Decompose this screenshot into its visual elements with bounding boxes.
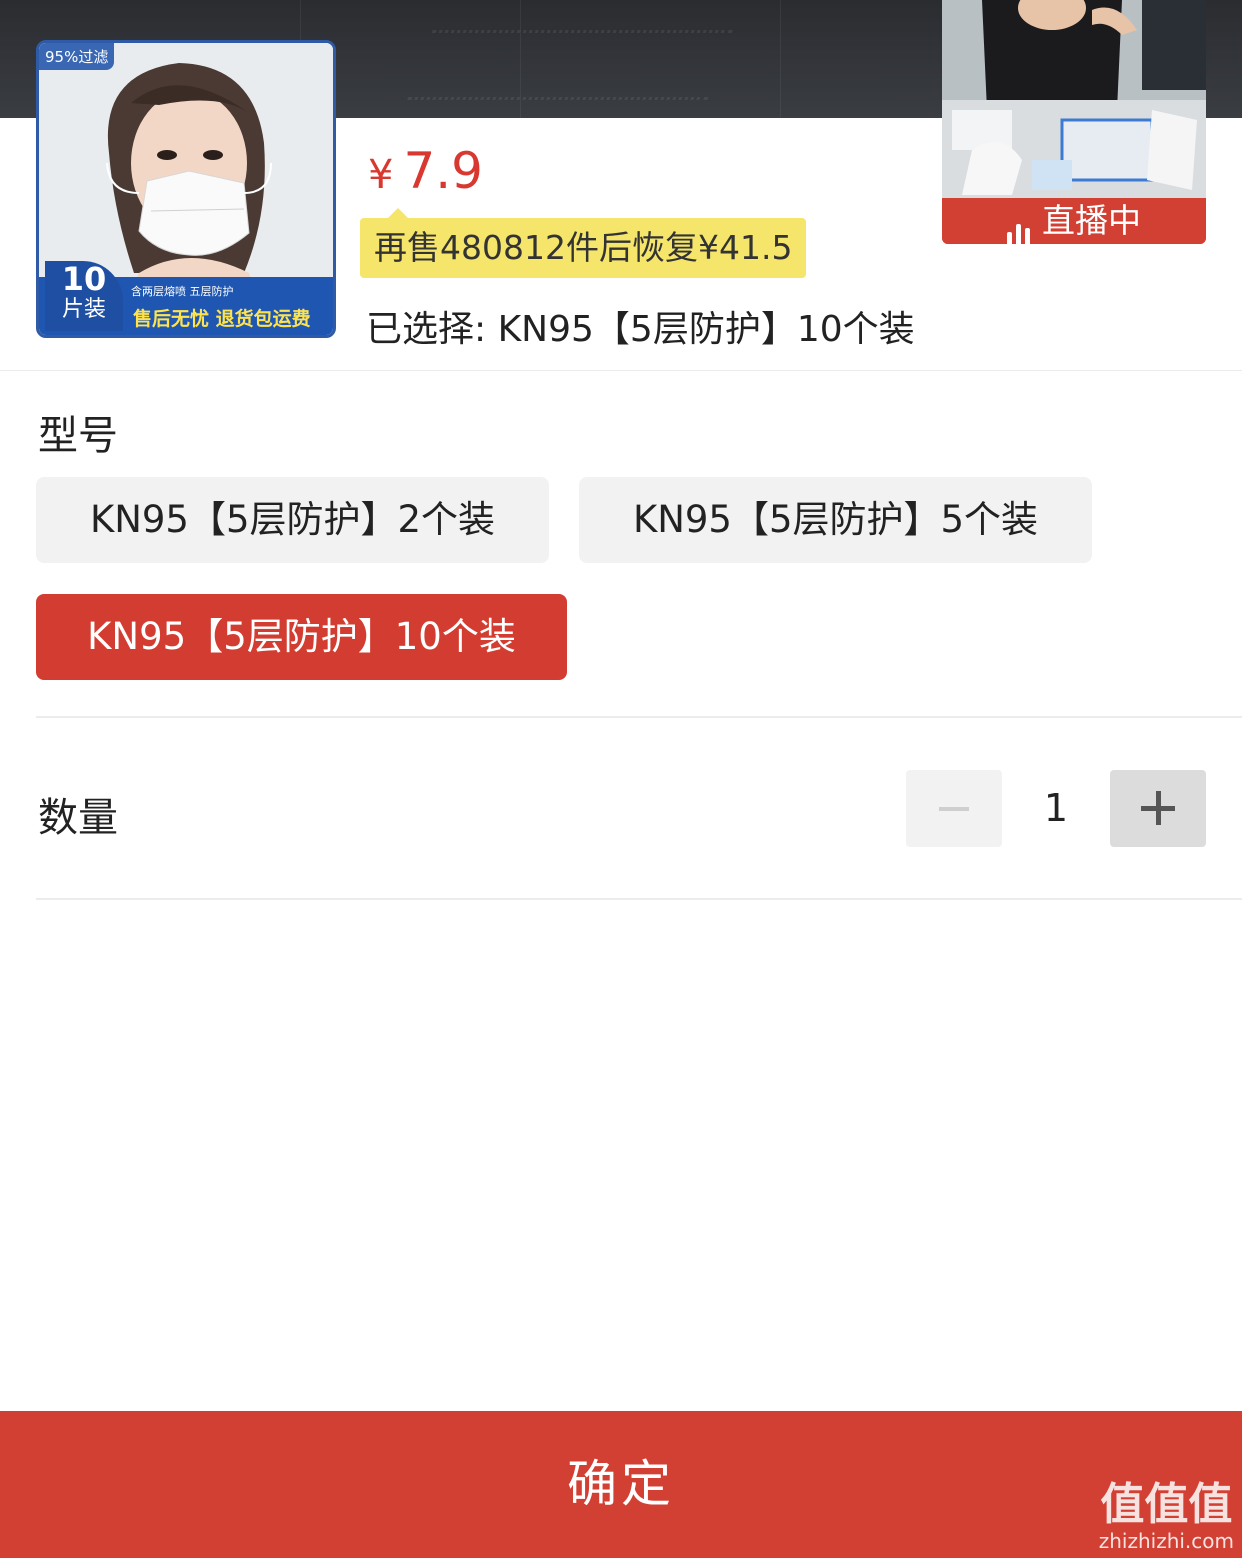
spec-option-5-pack[interactable]: KN95【5层防护】5个装 xyxy=(579,477,1092,563)
header-pattern xyxy=(407,30,733,100)
live-status-bar: 直播中 xyxy=(942,198,1206,244)
watermark-logo: 值值值 xyxy=(1100,1479,1233,1530)
spec-option-2-pack[interactable]: KN95【5层防护】2个装 xyxy=(36,477,549,563)
live-stream-preview[interactable]: 直播中 xyxy=(942,0,1206,244)
price-currency: ¥ xyxy=(368,152,394,198)
site-watermark: 值值值 zhizhizhi.com xyxy=(1098,1479,1234,1553)
quantity-value[interactable]: 1 xyxy=(1020,786,1092,830)
spec-section-title: 型号 xyxy=(38,413,118,459)
live-video-frame xyxy=(942,0,1206,200)
banner-caption: 含两层熔喷 五层防护 xyxy=(131,285,234,298)
divider xyxy=(36,898,1242,900)
live-bars-icon xyxy=(1007,200,1034,244)
price-amount: 7.9 xyxy=(403,142,483,200)
minus-icon[interactable] xyxy=(906,770,1002,847)
watermark-url: zhizhizhi.com xyxy=(1098,1529,1234,1553)
price: ¥7.9 xyxy=(368,142,483,200)
pack-count-unit: 片装 xyxy=(61,297,106,322)
banner-slogan: 售后无忧 退货包运费 xyxy=(133,308,311,330)
product-image[interactable]: 95%过滤 含两层熔喷 五层防护 售后无忧 退货包运费 10 片装 xyxy=(36,40,336,338)
plus-icon[interactable] xyxy=(1110,770,1206,847)
spec-option-10-pack[interactable]: KN95【5层防护】10个装 xyxy=(36,594,567,680)
confirm-label: 确定 xyxy=(567,1455,675,1513)
promo-tooltip: 再售480812件后恢复¥41.5 xyxy=(360,208,807,278)
live-status-label: 直播中 xyxy=(1042,201,1141,240)
filter-badge: 95%过滤 xyxy=(39,43,115,70)
selected-summary: 已选择: KN95【5层防护】10个装 xyxy=(366,309,915,350)
header-fold xyxy=(780,0,781,118)
divider xyxy=(36,716,1242,718)
divider xyxy=(0,370,1242,371)
pack-count-badge: 10 片装 xyxy=(45,261,123,331)
confirm-button[interactable]: 确定 值值值 zhizhizhi.com xyxy=(0,1411,1242,1558)
quantity-label: 数量 xyxy=(38,795,118,841)
pack-count-number: 10 xyxy=(61,260,107,298)
